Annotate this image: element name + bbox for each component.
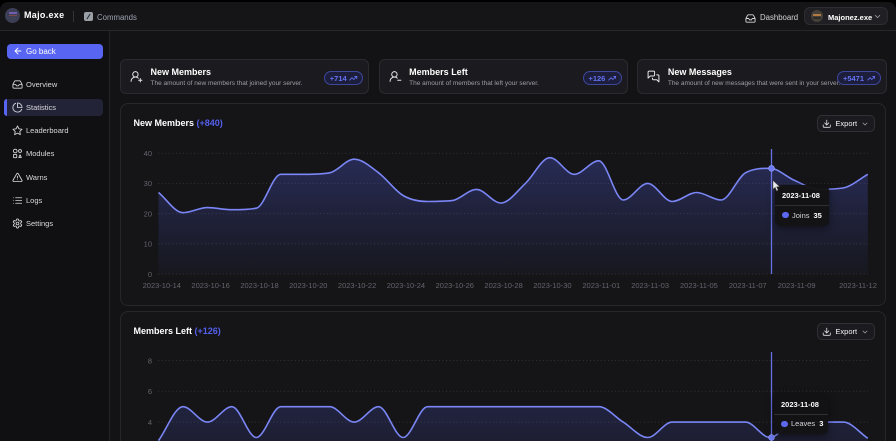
svg-text:2023-10-14: 2023-10-14: [142, 281, 180, 290]
svg-text:10: 10: [143, 240, 151, 249]
svg-text:0: 0: [147, 270, 151, 279]
svg-text:2023-10-28: 2023-10-28: [484, 281, 522, 290]
svg-text:2023-10-30: 2023-10-30: [533, 281, 571, 290]
svg-text:8: 8: [147, 357, 151, 366]
svg-text:2023-11-05: 2023-11-05: [679, 281, 717, 290]
svg-text:2023-11-01: 2023-11-01: [582, 281, 620, 290]
svg-text:2023-10-24: 2023-10-24: [386, 281, 424, 290]
svg-text:2023-10-18: 2023-10-18: [240, 281, 278, 290]
svg-text:4: 4: [147, 418, 151, 427]
svg-text:2023-11-09: 2023-11-09: [777, 281, 815, 290]
svg-text:2023-10-20: 2023-10-20: [289, 281, 327, 290]
svg-text:2023-11-07: 2023-11-07: [728, 281, 766, 290]
svg-text:2023-10-16: 2023-10-16: [191, 281, 229, 290]
svg-text:2023-10-22: 2023-10-22: [337, 281, 375, 290]
svg-text:20: 20: [143, 209, 151, 218]
svg-text:2023-10-26: 2023-10-26: [435, 281, 473, 290]
svg-text:2023-11-03: 2023-11-03: [631, 281, 669, 290]
svg-text:40: 40: [143, 149, 151, 158]
svg-text:6: 6: [147, 387, 151, 396]
svg-text:2023-11-12: 2023-11-12: [839, 281, 877, 290]
svg-text:30: 30: [143, 179, 151, 188]
